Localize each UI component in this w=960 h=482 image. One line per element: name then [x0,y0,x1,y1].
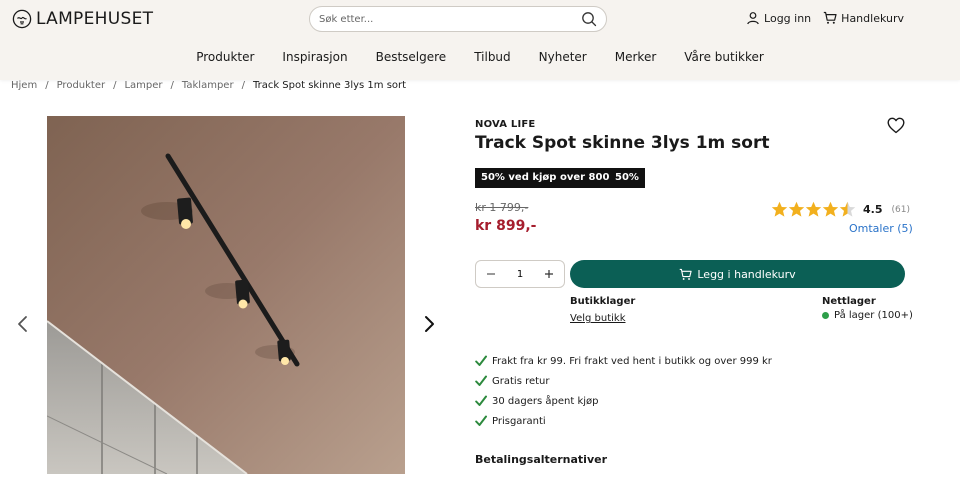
star-icon [771,201,788,217]
decrease-quantity-button[interactable] [484,267,498,281]
usp-text: Prisgaranti [492,415,546,427]
web-stock-text: På lager (100+) [834,310,913,321]
web-stock-label: Nettlager [822,296,876,307]
login-link[interactable]: Logg inn [746,11,811,25]
breadcrumb-separator: / [241,80,245,91]
web-stock-status: På lager (100+) [822,310,913,321]
star-icon [822,201,839,217]
product-photo [47,116,405,474]
main-nav: Produkter Inspirasjon Bestselgere Tilbud… [0,50,960,72]
cart-link[interactable]: Handlekurv [823,11,904,25]
cart-icon [823,11,837,24]
usp-text: Gratis retur [492,375,550,387]
breadcrumb-separator: / [113,80,117,91]
nav-item-bestselgere[interactable]: Bestselgere [376,50,447,72]
add-to-cart-label: Legg i handlekurv [697,267,796,281]
star-icon [788,201,805,217]
heart-icon[interactable] [887,117,905,134]
product-title: Track Spot skinne 3lys 1m sort [475,133,770,153]
plus-icon [545,270,553,278]
logo[interactable]: LAMPEHUSET [12,9,153,29]
quantity-stepper [475,260,565,288]
add-to-cart-button[interactable]: Legg i handlekurv [570,260,905,288]
payment-options-title: Betalingsalternativer [475,453,607,466]
nav-item-nyheter[interactable]: Nyheter [539,50,587,72]
minus-icon [487,273,495,275]
breadcrumb-separator: / [170,80,174,91]
check-icon [475,415,487,426]
logo-text: LAMPEHUSET [36,9,154,29]
breadcrumb-current: Track Spot skinne 3lys 1m sort [252,80,407,91]
breadcrumb-home[interactable]: Hjem [11,80,37,91]
usp-text: Frakt fra kr 99. Fri frakt ved hent i bu… [492,355,772,367]
nav-item-vare-butikker[interactable]: Våre butikker [684,50,764,72]
choose-store-link[interactable]: Velg butikk [570,313,626,324]
product-rating[interactable]: 4.5 (61) [771,201,910,218]
discount-badge: 50% [609,168,645,188]
product-image[interactable] [47,116,405,474]
star-half-icon [839,201,856,217]
usp-text: 30 dagers åpent kjøp [492,395,599,407]
reviews-link[interactable]: Omtaler (5) [849,222,913,235]
site-header: LAMPEHUSET Logg inn Handlekurv Produkter [0,0,960,80]
usp-item: 30 dagers åpent kjøp [475,391,772,411]
search-bar [309,6,607,32]
account-links: Logg inn Handlekurv [734,11,904,25]
usp-item: Prisgaranti [475,411,772,431]
increase-quantity-button[interactable] [542,267,556,281]
search-input[interactable] [310,13,565,25]
quantity-input[interactable] [508,268,532,280]
sale-price: kr 899,- [475,218,537,234]
rating-count: (61) [891,204,910,215]
breadcrumb-separator: / [45,80,49,91]
login-label: Logg inn [764,11,812,25]
breadcrumb-produkter[interactable]: Produkter [57,80,106,91]
check-icon [475,395,487,406]
check-icon [475,375,487,386]
breadcrumb-lamper[interactable]: Lamper [124,80,162,91]
chevron-left-icon[interactable] [15,315,31,333]
in-stock-dot [822,312,829,319]
usp-item: Frakt fra kr 99. Fri frakt ved hent i bu… [475,351,772,371]
cart-icon [680,268,693,280]
lightbulb-logo-icon [12,9,32,29]
promo-badge: 50% ved kjøp over 800,- [475,168,624,188]
breadcrumb-taklamper[interactable]: Taklamper [182,80,234,91]
product-brand[interactable]: NOVA LIFE [475,119,535,130]
search-icon[interactable] [581,11,597,27]
store-stock-label: Butikklager [570,296,636,307]
usp-item: Gratis retur [475,371,772,391]
nav-item-produkter[interactable]: Produkter [196,50,254,72]
old-price: kr 1 799,- [475,201,529,214]
chevron-right-icon[interactable] [421,315,437,333]
cart-label: Handlekurv [841,11,904,25]
nav-item-tilbud[interactable]: Tilbud [474,50,510,72]
usp-list: Frakt fra kr 99. Fri frakt ved hent i bu… [475,351,772,431]
rating-stars [771,201,856,218]
nav-item-inspirasjon[interactable]: Inspirasjon [282,50,347,72]
user-icon [747,12,759,25]
breadcrumb: Hjem / Produkter / Lamper / Taklamper / … [11,80,406,91]
check-icon [475,355,487,366]
rating-value: 4.5 [863,203,883,216]
nav-item-merker[interactable]: Merker [615,50,657,72]
star-icon [805,201,822,217]
